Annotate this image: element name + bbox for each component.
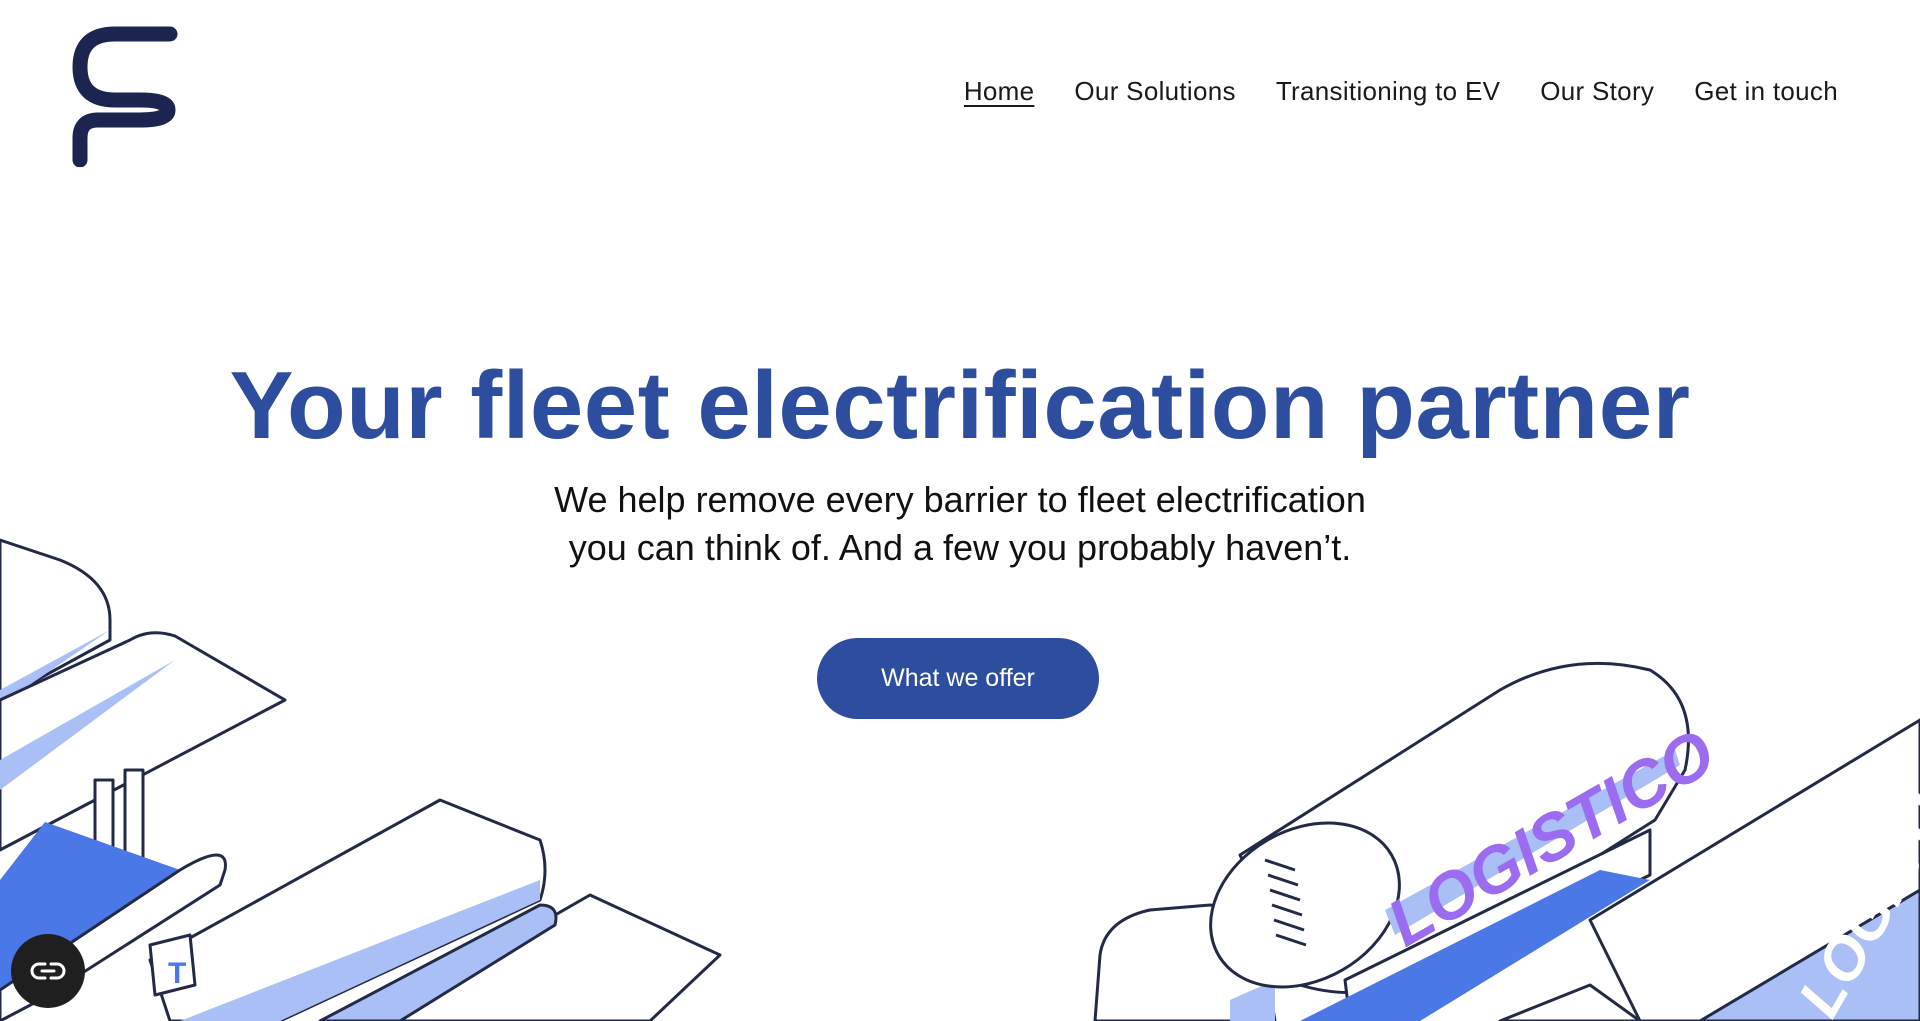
hero-subtitle-line-1: We help remove every barrier to fleet el… [554,479,1366,520]
hero-title: Your fleet electrification partner [229,352,1691,459]
hero-subtitle-line-2: you can think of. And a few you probably… [568,527,1352,568]
hero-subtitle: We help remove every barrier to fleet el… [0,476,1920,572]
page: Home Our Solutions Transitioning to EV O… [0,0,1920,1021]
accessibility-button[interactable] [11,934,85,1008]
what-we-offer-button[interactable]: What we offer [817,638,1099,719]
accessibility-link-icon [30,962,66,980]
sign-letter: T [168,957,186,990]
